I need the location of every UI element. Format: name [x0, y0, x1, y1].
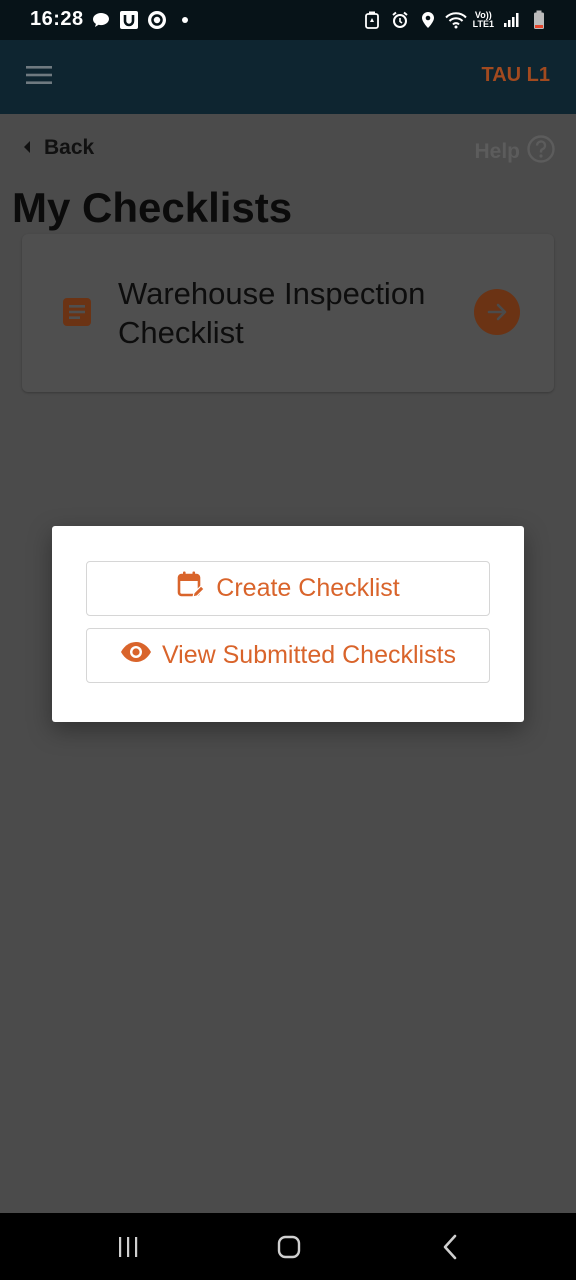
status-right-icons: Vo)) LTE1 [361, 9, 550, 31]
status-left-icons [90, 9, 188, 31]
document-icon [62, 297, 92, 332]
eye-icon [120, 641, 152, 670]
checklist-action-modal: Create Checklist View Submitted Checklis… [52, 526, 524, 722]
signal-icon [500, 9, 522, 31]
recent-apps-icon[interactable] [113, 1233, 143, 1261]
create-checklist-label: Create Checklist [216, 574, 400, 602]
status-bar: 16:28 Vo)) LTE1 [0, 0, 576, 40]
wifi-icon [444, 9, 467, 31]
app-title: TAU L1 [481, 64, 550, 86]
location-icon [417, 9, 439, 31]
system-nav-bar [0, 1213, 576, 1280]
calendar-edit-icon [176, 570, 206, 607]
o-app-icon [146, 9, 168, 31]
help-button[interactable]: Help [474, 134, 556, 170]
back-label: Back [44, 136, 95, 159]
arrow-right-icon[interactable] [474, 289, 520, 335]
hamburger-menu-icon[interactable] [26, 65, 52, 85]
checklist-card[interactable]: Warehouse Inspection Checklist [22, 234, 554, 392]
back-button[interactable]: Back [22, 136, 94, 160]
create-checklist-button[interactable]: Create Checklist [86, 561, 490, 616]
checklist-title: Warehouse Inspection Checklist [118, 276, 426, 350]
home-icon[interactable] [274, 1233, 304, 1261]
back-nav-icon[interactable] [436, 1233, 466, 1261]
alarm-icon [389, 9, 411, 31]
help-label: Help [474, 140, 520, 163]
status-time: 16:28 [30, 8, 84, 30]
back-caret-icon [22, 136, 32, 160]
battery-saver-icon [361, 9, 383, 31]
view-submitted-checklists-button[interactable]: View Submitted Checklists [86, 628, 490, 683]
chat-bubble-icon [90, 9, 112, 31]
page-title: My Checklists [12, 184, 293, 231]
lte-bottom-label: LTE1 [472, 19, 494, 29]
help-question-icon [526, 134, 556, 170]
view-submitted-label: View Submitted Checklists [161, 641, 457, 669]
app-bar: TAU L1 [0, 40, 576, 114]
u-app-icon [118, 9, 140, 31]
battery-icon [528, 9, 550, 31]
lte-icon: Vo)) LTE1 [473, 11, 494, 29]
notification-dot [182, 17, 188, 23]
